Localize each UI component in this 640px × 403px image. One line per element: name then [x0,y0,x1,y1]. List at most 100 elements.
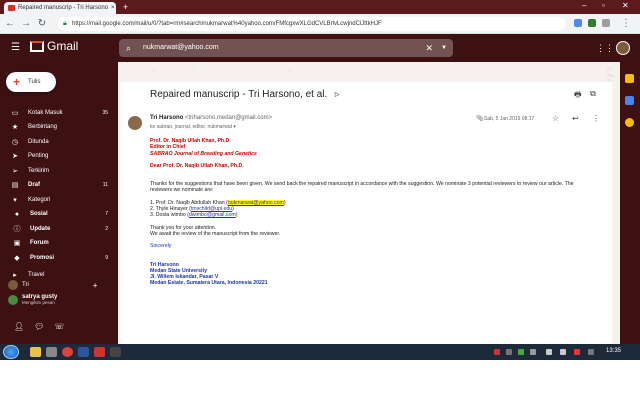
close-window-icon[interactable]: ✕ [622,1,629,10]
network-icon[interactable] [546,349,552,355]
contact-info: satrya gusty Mengikim pesan [22,294,57,306]
snooze-icon[interactable]: ◷ [238,67,244,75]
tray-icon[interactable] [574,349,580,355]
reviewer-name: 1. Prof. Dr. Naqib Abdullah Khan ( [150,199,228,206]
app-icon[interactable] [46,347,57,357]
back-to-list-icon[interactable]: ← [128,67,135,74]
main-menu-icon[interactable]: ☰ [11,42,20,53]
tasks-icon[interactable] [625,96,634,105]
minimize-icon[interactable]: – [582,1,586,10]
sidebar-item-penting[interactable]: ➤ Penting [0,150,118,163]
gmail-logo[interactable]: Gmail [30,39,78,53]
open-new-window-icon[interactable]: ⧉ [590,89,596,99]
windows-taskbar: 13:35 [0,344,640,360]
hangout-self[interactable]: Tri + [8,280,97,290]
send-icon: ➢ [12,167,18,175]
star-icon[interactable]: ☆ [552,114,559,123]
address-bar-area: ← → ↻ 🔒︎ https://mail.google.com/mail/u/… [0,14,640,34]
sidebar-item-forum[interactable]: ▣ Forum [0,237,118,250]
sidebar: + Tulis ▭ Kotak Masuk 35 ★ Berbintang ◷ Ditund… [0,62,118,344]
report-spam-icon[interactable]: ⚠ [170,67,176,75]
mark-unread-icon[interactable]: ✉ [218,67,224,75]
reply-icon[interactable]: ↩ [572,114,579,123]
sender-name: Tri Harsono [150,115,184,121]
sidebar-item-terkirim[interactable]: ➢ Terkirim [0,164,118,177]
recipients-text: ke sabrao, journal, editor, nukmarwat [150,124,232,130]
taskbar-clock: 13:35 [606,348,622,354]
url-text: https://mail.google.com/mail/u/0/?tab=rm… [72,21,382,27]
keep-icon[interactable] [625,118,634,127]
reviewer-email-link[interactable]: nukmarwat@yahoo.com [227,199,284,206]
back-icon[interactable]: ← [4,18,16,29]
reload-icon[interactable]: ↻ [36,18,48,29]
sidebar-item-sosial[interactable]: ● Sosial 7 [0,208,118,221]
sidebar-item-draf[interactable]: ▤ Draf 11 [0,179,118,192]
extension-icon[interactable] [574,19,582,27]
sidebar-item-update[interactable]: ⓘ Update 2 [0,222,118,235]
delete-icon[interactable]: 🗑︎ [190,67,199,75]
tray-icon[interactable] [588,349,594,355]
volume-icon[interactable] [560,349,566,355]
extension-icon[interactable] [588,19,596,27]
chrome-menu-icon[interactable]: ⋮ [620,18,632,29]
compose-label: Tulis [28,79,41,85]
url-input[interactable]: 🔒︎ https://mail.google.com/mail/u/0/?tab… [58,17,566,31]
draft-icon: ▤ [11,182,19,189]
sidebar-item-kotak-masuk[interactable]: ▭ Kotak Masuk 35 [0,106,118,119]
tab-title: Repaired manuscrip - Tri Harsono [18,5,109,11]
phone-icon[interactable]: ☏ [54,322,64,331]
sidebar-item-label: Penting [28,153,49,159]
file-explorer-icon[interactable] [30,347,41,357]
tray-icon[interactable] [518,349,524,355]
browser-tab[interactable]: Repaired manuscrip - Tri Harsono × [4,2,116,14]
apps-grid-icon[interactable]: ⋮⋮ [596,43,614,54]
forward-icon[interactable]: → [20,18,32,29]
forum-icon: ▣ [13,240,21,247]
compose-button[interactable]: + Tulis [6,72,56,92]
gmail-favicon-icon [8,5,15,11]
new-tab-button[interactable]: + [120,2,131,12]
search-input[interactable]: ⌕ nukmarwat@yahoo.com ✕ ▼ [119,39,453,57]
person-icon[interactable]: 👤︎ [14,322,24,331]
contact-avatar [8,295,18,305]
clear-search-icon[interactable]: ✕ [425,39,433,57]
recipients-line[interactable]: ke sabrao, journal, editor, nukmarwat ▾ [150,124,236,130]
hangout-contact[interactable]: satrya gusty Mengikim pesan [8,294,57,306]
sidebar-item-berbintang[interactable]: ★ Berbintang [0,121,118,134]
tray-icon[interactable] [506,349,512,355]
more-options-icon[interactable]: ⋮ [308,67,315,75]
move-to-icon[interactable]: ⇪ [266,67,272,75]
sidebar-item-ditunda[interactable]: ◷ Ditunda [0,135,118,148]
message-more-icon[interactable]: ⋮ [592,114,600,123]
chat-icon[interactable]: 💬︎ [34,322,44,331]
message-toolbar: ← ▣ ⚠ 🗑︎ ✉ ◷ ⇪ ▶ ⋮ 25 dari 30 ‹ › ✎ ⚙ [118,62,614,85]
word-icon[interactable] [78,347,89,357]
label-icon[interactable]: ▶ [288,67,293,75]
sidebar-item-kategori[interactable]: ▾ Kategori [0,193,118,206]
maximize-icon[interactable]: ▫ [602,1,605,10]
print-icon[interactable]: 🖶︎ [574,89,582,103]
category-icon: ▾ [13,196,17,204]
label-tag-icon[interactable]: ᐅ [334,92,339,99]
archive-icon[interactable]: ▣ [150,67,157,75]
windows-start-icon[interactable] [3,345,19,359]
pdf-icon[interactable] [94,347,105,357]
reviewer-email-link[interactable]: dwimbo@gmail.com [189,212,236,218]
search-icon[interactable]: ⌕ [126,39,131,57]
search-options-icon[interactable]: ▼ [441,39,447,57]
extension-icon[interactable] [602,19,610,27]
calendar-icon[interactable] [625,74,634,83]
account-avatar[interactable] [616,41,630,55]
app-icon[interactable] [110,347,121,357]
sidebar-item-promosi[interactable]: ◆ Promosi 9 [0,251,118,264]
chevron-down-icon[interactable]: ▾ [233,124,236,130]
tab-close-icon[interactable]: × [111,5,115,11]
tray-icon[interactable] [494,349,500,355]
add-contact-icon[interactable]: + [93,281,98,290]
reviewer-email-link[interactable]: tmschild@upi.edu [191,206,232,212]
sender-avatar [128,116,142,130]
reviewer-end: ) [283,199,286,206]
tray-icon[interactable] [530,349,536,355]
chrome-icon[interactable] [62,347,73,357]
self-avatar [8,280,18,290]
